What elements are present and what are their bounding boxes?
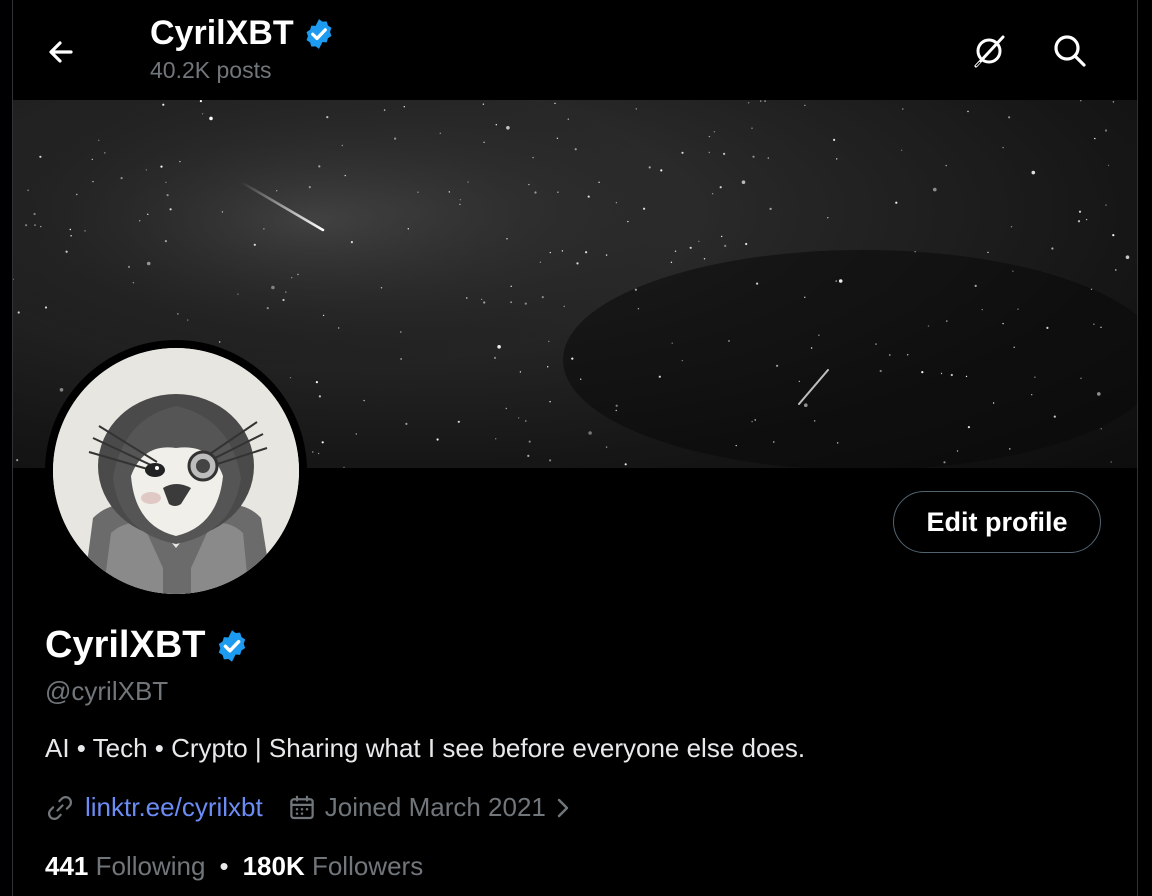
edit-profile-button[interactable]: Edit profile (893, 491, 1101, 553)
avatar-image (53, 348, 299, 594)
link-icon (47, 795, 73, 820)
followers-count: 180K (242, 851, 305, 881)
count-separator: • (219, 851, 229, 881)
header-title: CyrilXBT (150, 14, 294, 52)
search-button[interactable] (1049, 30, 1091, 72)
grok-button[interactable] (968, 30, 1010, 72)
followers-label: Followers (311, 851, 424, 881)
search-icon (1054, 35, 1086, 67)
chevron-right-icon[interactable] (552, 793, 574, 823)
verified-badge-icon (306, 18, 332, 49)
calendar-icon (289, 795, 314, 819)
header-title-block: CyrilXBT 40.2K posts (150, 14, 336, 84)
profile-avatar[interactable] (45, 340, 307, 602)
following-label: Following (95, 851, 206, 881)
profile-bio: AI • Tech • Crypto | Sharing what I see … (45, 733, 806, 763)
top-header: CyrilXBT 40.2K posts (13, 0, 1137, 100)
joined-date[interactable]: Joined March 2021 (325, 792, 546, 823)
penguin-illustration (53, 348, 299, 594)
profile-name: CyrilXBT (45, 624, 206, 666)
verified-badge-icon[interactable] (214, 628, 250, 664)
follow-counts: 441 Following • 180K Followers (45, 851, 423, 882)
back-button[interactable] (45, 34, 85, 70)
grok-icon (974, 35, 1005, 68)
followers-link[interactable]: 180K Followers (243, 851, 424, 881)
following-count: 441 (45, 851, 89, 881)
profile-name-row: CyrilXBT (45, 624, 250, 667)
profile-handle: @cyrilXBT (45, 676, 169, 706)
following-link[interactable]: 441 Following (45, 851, 205, 881)
profile-link[interactable]: linktr.ee/cyrilxbt (85, 792, 263, 823)
profile-page: CyrilXBT 40.2K posts Edit profile CyrilX… (12, 0, 1138, 896)
profile-meta: linktr.ee/cyrilxbt Joined March 2021 (45, 792, 574, 823)
arrow-left-icon (49, 41, 73, 63)
post-count: 40.2K posts (150, 57, 272, 83)
